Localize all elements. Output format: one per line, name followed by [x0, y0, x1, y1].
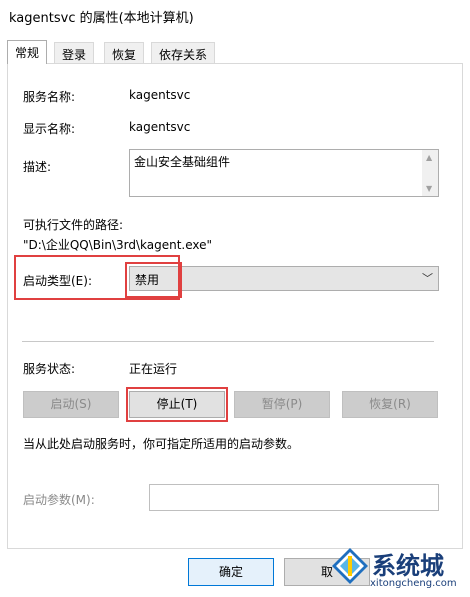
description-label: 描述:: [23, 160, 52, 174]
display-name-label: 显示名称:: [23, 122, 76, 136]
title-bar: kagentsvc 的属性(本地计算机): [0, 0, 470, 30]
start-button[interactable]: 启动(S): [23, 391, 119, 418]
start-params-label: 启动参数(M):: [23, 493, 95, 507]
site-watermark: 系统城 xitongcheng.com: [330, 540, 470, 597]
service-status-label: 服务状态:: [23, 362, 76, 376]
section-divider: [22, 341, 434, 342]
service-status-value: 正在运行: [129, 362, 178, 376]
resume-button[interactable]: 恢复(R): [342, 391, 438, 418]
exe-path-value: "D:\企业QQ\Bin\3rd\kagent.exe": [23, 238, 213, 252]
highlight-stop-button: [126, 387, 228, 422]
scroll-down-icon[interactable]: ▼: [426, 184, 432, 193]
service-name-label: 服务名称:: [23, 90, 76, 104]
watermark-url: xitongcheng.com: [370, 578, 457, 589]
tab-strip: 常规 登录 恢复 依存关系: [7, 40, 463, 64]
tab-dependencies[interactable]: 依存关系: [151, 42, 216, 64]
start-params-input[interactable]: [149, 484, 439, 511]
display-name-value: kagentsvc: [129, 120, 191, 134]
window-title: kagentsvc 的属性(本地计算机): [9, 11, 194, 26]
start-params-hint: 当从此处启动服务时，你可指定所适用的启动参数。: [23, 437, 300, 451]
pause-button[interactable]: 暂停(P): [234, 391, 330, 418]
windows-logo-icon: [332, 548, 368, 584]
tab-general[interactable]: 常规: [7, 40, 48, 64]
watermark-brand: 系统城: [372, 552, 444, 580]
exe-path-label: 可执行文件的路径:: [23, 218, 124, 232]
general-tab-panel: [7, 63, 463, 549]
description-text: 金山安全基础组件: [134, 155, 231, 169]
description-scrollbar[interactable]: ▲ ▼: [422, 150, 438, 196]
tab-logon[interactable]: 登录: [54, 42, 95, 64]
service-name-value: kagentsvc: [129, 88, 191, 102]
chevron-down-icon: ﹀: [422, 272, 433, 285]
scroll-up-icon[interactable]: ▲: [426, 153, 432, 162]
tab-recovery[interactable]: 恢复: [104, 42, 145, 64]
description-field[interactable]: 金山安全基础组件 ▲ ▼: [129, 149, 439, 197]
ok-button[interactable]: 确定: [188, 558, 274, 586]
highlight-startup-type-value: [125, 262, 182, 298]
